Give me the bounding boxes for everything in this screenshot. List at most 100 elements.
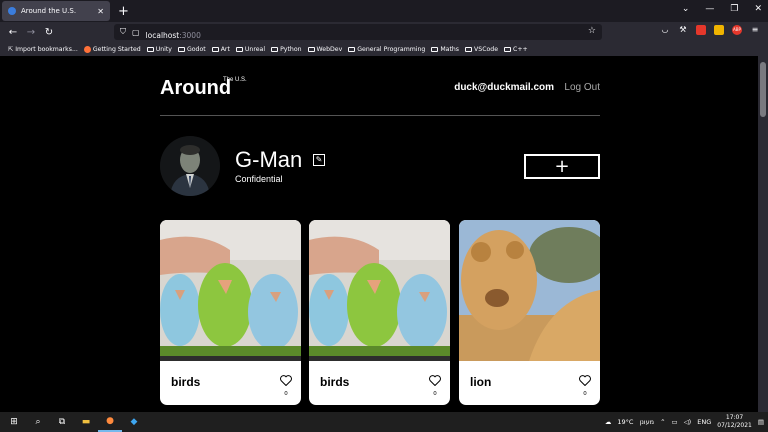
- clock-date: 07/12/2021: [717, 422, 752, 429]
- clock-time: 17:07: [725, 414, 744, 421]
- browser-tab[interactable]: Around the U.S. ✕: [2, 1, 110, 21]
- folder-icon: [504, 46, 512, 52]
- forward-button[interactable]: →: [22, 27, 40, 38]
- tray-chevron-icon[interactable]: ⌃: [660, 418, 665, 426]
- like-button[interactable]: 0: [279, 371, 293, 397]
- browser-tab-bar: Around the U.S. ✕ + ⌄ — ❐ ✕: [0, 0, 768, 22]
- search-icon[interactable]: ⌕: [26, 417, 50, 427]
- reload-button[interactable]: ↻: [40, 27, 58, 38]
- folder-icon: [465, 46, 473, 52]
- bookmark-folder[interactable]: Godot: [177, 46, 206, 53]
- browser-nav-bar: ← → ↻ ⛉ ▢ localhost:3000 ☆ ◡ ⚒ ABP ≡: [0, 22, 768, 42]
- bookmarks-bar: ⇱ Import bookmarks... Getting Started Uni…: [0, 42, 768, 56]
- new-tab-button[interactable]: +: [118, 4, 129, 19]
- restore-button[interactable]: ❐: [730, 4, 738, 14]
- site-header: Around The U.S. duck@duckmail.com Log Ou…: [160, 74, 600, 116]
- add-card-button[interactable]: +: [524, 154, 600, 179]
- task-view-icon[interactable]: ⧉: [50, 417, 74, 427]
- cards-grid: birds 0 birds 0 lion 0: [160, 220, 600, 410]
- page-viewport: Around The U.S. duck@duckmail.com Log Ou…: [0, 56, 758, 412]
- pocket-icon[interactable]: ◡: [660, 25, 670, 35]
- folder-icon: [431, 46, 439, 52]
- user-email: duck@duckmail.com: [454, 82, 554, 93]
- weather-icon[interactable]: ☁: [605, 418, 612, 426]
- card: lion 0: [459, 220, 600, 405]
- folder-icon: [271, 46, 279, 52]
- logo: Around: [160, 77, 232, 99]
- bookmark-folder[interactable]: Maths: [431, 46, 459, 53]
- avatar[interactable]: [160, 136, 220, 196]
- start-button[interactable]: ⊞: [2, 417, 26, 427]
- card: birds 0: [160, 220, 301, 405]
- bookmark-folder[interactable]: Unity: [146, 46, 172, 53]
- like-count: 0: [284, 391, 288, 397]
- card-title: birds: [171, 375, 201, 389]
- like-count: 0: [433, 391, 437, 397]
- bookmark-folder[interactable]: General Programming: [348, 46, 425, 53]
- edit-profile-button[interactable]: ✎: [313, 154, 325, 166]
- vscode-icon[interactable]: ◆: [122, 417, 146, 427]
- adblock-icon[interactable]: ABP: [732, 25, 742, 35]
- birds-photo: [309, 220, 450, 361]
- like-button[interactable]: 0: [428, 371, 442, 397]
- heart-icon: [429, 375, 441, 387]
- logout-link[interactable]: Log Out: [564, 82, 600, 93]
- file-explorer-icon[interactable]: ▬: [74, 417, 98, 427]
- card-image[interactable]: [309, 220, 450, 361]
- extension-yellow-icon[interactable]: [714, 25, 724, 35]
- folder-icon: [211, 46, 219, 52]
- card-title: lion: [470, 375, 492, 389]
- card-image[interactable]: [459, 220, 600, 361]
- url-bar[interactable]: ⛉ ▢ localhost:3000 ☆: [114, 24, 602, 40]
- bookmark-folder[interactable]: WebDev: [307, 46, 342, 53]
- weather-label[interactable]: מעונן: [639, 418, 654, 426]
- avatar-portrait: [160, 136, 220, 196]
- bookmark-folder[interactable]: Art: [211, 46, 230, 53]
- weather-temp[interactable]: 19°C: [617, 418, 633, 426]
- bookmark-star-icon[interactable]: ☆: [588, 26, 596, 36]
- heart-icon: [579, 375, 591, 387]
- chevron-down-icon[interactable]: ⌄: [682, 4, 690, 14]
- folder-icon: [235, 46, 243, 52]
- card-title: birds: [320, 375, 350, 389]
- language-indicator[interactable]: ENG: [697, 418, 711, 426]
- page-info-icon[interactable]: ▢: [132, 28, 140, 37]
- card-image[interactable]: [160, 220, 301, 361]
- page-scrollbar[interactable]: [758, 56, 768, 412]
- bookmark-item[interactable]: ⇱ Import bookmarks...: [8, 46, 78, 53]
- close-tab-icon[interactable]: ✕: [97, 7, 104, 16]
- firefox-icon: [83, 45, 91, 53]
- tools-icon[interactable]: ⚒: [678, 25, 688, 35]
- bookmark-item[interactable]: Getting Started: [83, 45, 141, 53]
- bookmark-folder[interactable]: Python: [271, 46, 302, 53]
- logo-superscript: The U.S.: [223, 77, 247, 83]
- extension-red-icon[interactable]: [696, 25, 706, 35]
- minimize-button[interactable]: —: [705, 4, 714, 14]
- menu-icon[interactable]: ≡: [750, 25, 760, 35]
- url-port: :3000: [179, 30, 201, 40]
- tab-title: Around the U.S.: [21, 7, 77, 15]
- back-button[interactable]: ←: [4, 27, 22, 38]
- url-host: localhost: [145, 30, 180, 40]
- bookmark-folder[interactable]: VSCode: [465, 46, 498, 53]
- clock[interactable]: 17:07 07/12/2021: [717, 414, 752, 430]
- lion-photo: [459, 220, 600, 361]
- notifications-icon[interactable]: ▤: [758, 418, 764, 426]
- folder-icon: [146, 46, 154, 52]
- network-icon[interactable]: ▭: [672, 418, 678, 426]
- extensions-area: ◡ ⚒ ABP ≡: [660, 25, 760, 35]
- import-icon: ⇱: [8, 45, 14, 53]
- folder-icon: [177, 46, 185, 52]
- pencil-icon: ✎: [315, 155, 323, 164]
- profile-about: Confidential: [235, 174, 283, 184]
- close-window-button[interactable]: ✕: [754, 4, 762, 14]
- like-button[interactable]: 0: [578, 371, 592, 397]
- volume-icon[interactable]: ◁): [684, 418, 692, 426]
- scroll-thumb[interactable]: [760, 62, 766, 117]
- firefox-taskbar-icon[interactable]: ●: [98, 412, 122, 432]
- birds-photo: [160, 220, 301, 361]
- shield-icon[interactable]: ⛉: [120, 27, 126, 37]
- window-controls: ⌄ — ❐ ✕: [682, 4, 762, 14]
- bookmark-folder[interactable]: C++: [504, 46, 528, 53]
- bookmark-folder[interactable]: Unreal: [235, 46, 265, 53]
